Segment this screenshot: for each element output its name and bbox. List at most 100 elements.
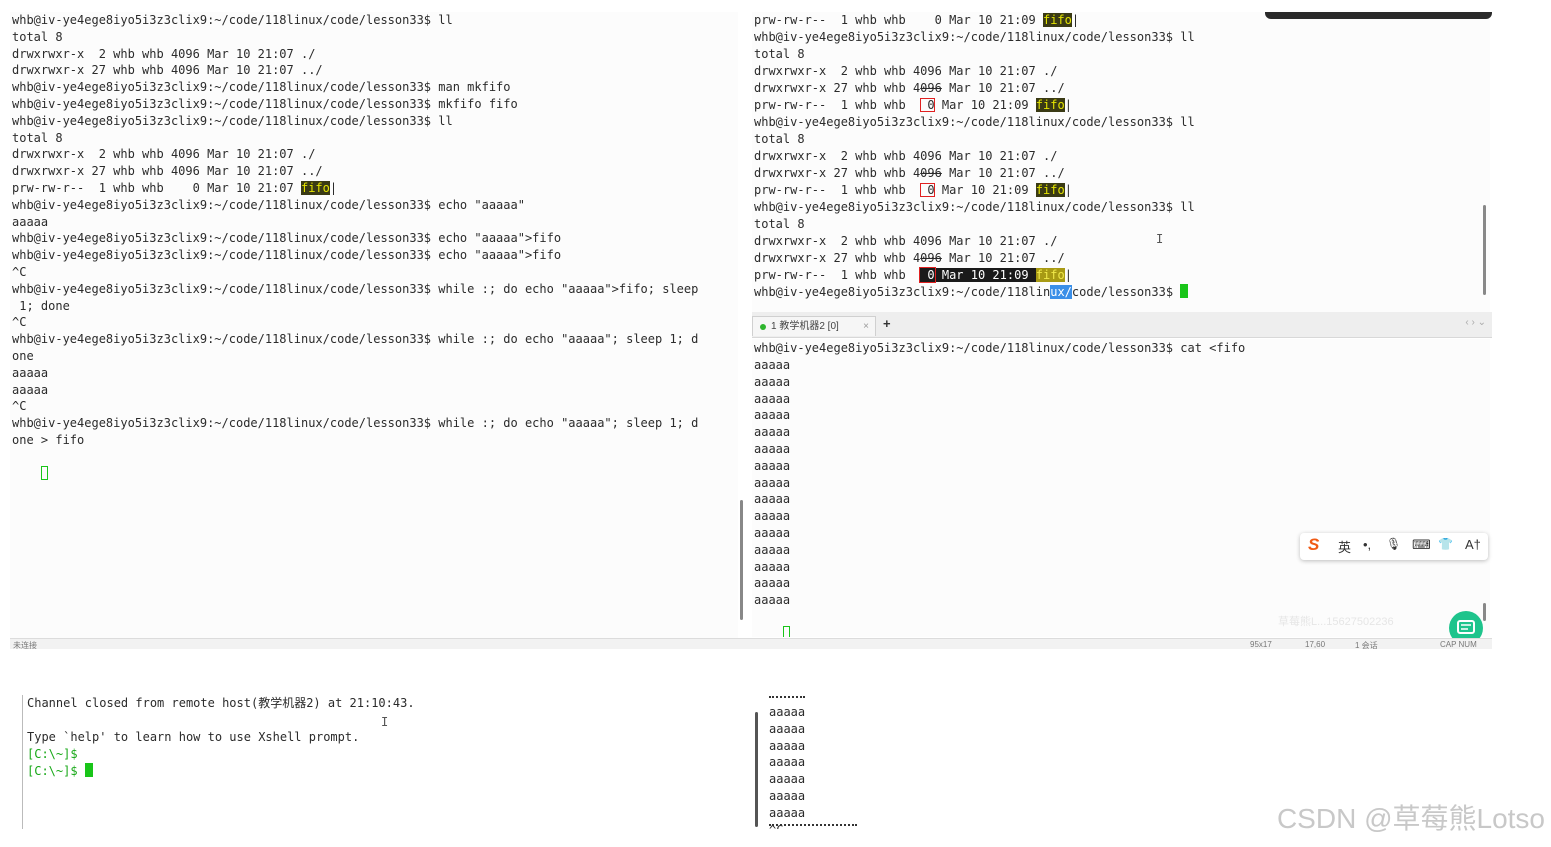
cursor-icon <box>84 763 93 777</box>
tab-nav-icons[interactable]: ‹ › ⌄ <box>1465 317 1486 328</box>
connection-status: 未连接 <box>13 641 37 650</box>
sogou-logo-icon[interactable]: S <box>1308 535 1319 555</box>
right-top-terminal[interactable]: prw-rw-r-- 1 whb whb 0 Mar 10 21:09 fifo… <box>752 12 1490 312</box>
terminal-line: drwxrwxr-x 27 whb whb 4096 Mar 10 21:07 … <box>754 251 1065 265</box>
right-bottom-terminal[interactable]: whb@iv-ye4ege8iyo5i3z3clix9:~/code/118li… <box>752 339 1490 637</box>
csdn-watermark: CSDN @草莓熊Lotso <box>1276 803 1545 834</box>
fifo-filename: fifo <box>1035 268 1065 282</box>
output-line: aaaaa <box>769 755 806 770</box>
keyboard-icon[interactable]: ⌨ <box>1412 537 1431 553</box>
language-toggle[interactable]: 英 <box>1338 537 1351 556</box>
terminal-line: prw-rw-r-- 1 whb whb 0 Mar 10 21:07 fifo… <box>12 181 338 195</box>
tab-teaching-machine-2[interactable]: 1 教学机器2 [0] × <box>752 316 876 336</box>
bottom-left-terminal[interactable]: Channel closed from remote host(教学机器2) a… <box>22 695 753 829</box>
output-line: aaaaa <box>754 358 791 372</box>
terminal-line: prw-rw-r-- 1 whb whb 0 Mar 10 21:09 fifo… <box>754 183 1072 197</box>
terminal-line: aaaaa <box>12 365 49 380</box>
terminal-line: total 8 <box>754 217 805 231</box>
text-cursor-icon: I <box>1156 232 1164 246</box>
output-line: aaaaa <box>769 789 806 803</box>
right-bottom-scrollbar[interactable] <box>1483 603 1486 621</box>
terminal-cursor <box>754 609 790 637</box>
terminal-line: whb@iv-ye4ege8iyo5i3z3clix9:~/code/118li… <box>12 80 511 95</box>
terminal-line: drwxrwxr-x 2 whb whb 4096 Mar 10 21:07 .… <box>754 234 1058 248</box>
output-line: aaaaa <box>754 408 791 423</box>
fifo-filename: fifo <box>1035 183 1065 197</box>
session-count: 1 会话 <box>1355 641 1378 650</box>
output-line: aaaaa <box>754 593 791 608</box>
cursor-icon <box>40 466 48 480</box>
terminal-line: total 8 <box>754 47 805 61</box>
keyboard-lock-status: CAP NUM <box>1440 640 1477 649</box>
partial-line-top <box>769 695 805 698</box>
terminal-line: whb@iv-ye4ege8iyo5i3z3clix9:~/code/118li… <box>12 197 525 212</box>
punctuation-icon[interactable]: •, <box>1363 537 1371 552</box>
text-cursor-icon: I <box>381 715 389 729</box>
terminal-prompt: whb@iv-ye4ege8iyo5i3z3clix9:~/code/118li… <box>754 284 1189 301</box>
fifo-filename: fifo <box>1035 98 1065 112</box>
terminal-size: 95x17 <box>1250 640 1272 649</box>
terminal-line: drwxrwxr-x 2 whb whb 4096 Mar 10 21:07 .… <box>12 46 316 61</box>
terminal-line: drwxrwxr-x 27 whb whb 4096 Mar 10 21:07 … <box>754 166 1065 180</box>
terminal-line: total 8 <box>754 132 805 146</box>
terminal-line: Type `help' to learn how to use Xshell p… <box>27 730 360 744</box>
bottom-right-scrollbar[interactable] <box>755 712 758 827</box>
output-line: aaaaa <box>754 526 791 540</box>
output-line: aaaaa <box>754 509 791 524</box>
size-highlight-box: 0 <box>920 183 935 197</box>
status-bar: 未连接 95x17 17,60 1 会话 CAP NUM <box>10 638 1492 650</box>
terminal-line: drwxrwxr-x 2 whb whb 4096 Mar 10 21:07 .… <box>12 147 316 162</box>
size-highlight-box: 0 <box>920 98 935 112</box>
output-line: aaaaa <box>769 738 806 753</box>
terminal-line: drwxrwxr-x 27 whb whb 4096 Mar 10 21:07 … <box>12 63 323 78</box>
terminal-line: drwxrwxr-x 2 whb whb 4096 Mar 10 21:07 .… <box>754 149 1058 163</box>
terminal-line: whb@iv-ye4ege8iyo5i3z3clix9:~/code/118li… <box>12 113 453 128</box>
microphone-icon[interactable]: 🎙 <box>1386 537 1401 551</box>
tab-close-icon[interactable]: × <box>863 317 869 337</box>
terminal-line: total 8 <box>12 29 63 44</box>
skin-icon[interactable]: 👕 <box>1438 537 1453 551</box>
text-selection: ux/ <box>1050 285 1072 299</box>
ghost-overlay-text: 草莓熊L...15627502236 <box>1278 616 1394 628</box>
output-line: aaaaa <box>754 391 791 406</box>
fifo-filename: fifo <box>300 181 330 195</box>
output-line: aaaaa <box>769 705 806 719</box>
output-line: aaaaa <box>754 542 791 557</box>
terminal-line: ^C <box>12 399 27 414</box>
partial-line-bottom <box>769 824 857 829</box>
cursor-position: 17,60 <box>1305 640 1326 649</box>
terminal-line: prw-rw-r-- 1 whb whb 0 Mar 10 21:09 fifo… <box>754 267 1072 283</box>
output-line: aaaaa <box>754 425 791 440</box>
right-top-scrollbar[interactable] <box>1483 205 1486 295</box>
bottom-right-terminal[interactable]: aaaaaaaaaaaaaaaaaaaaaaaaaaaaaaaaaaa^C <box>764 695 859 829</box>
terminal-line: one > fifo <box>12 433 85 447</box>
output-line: aaaaa <box>754 374 791 389</box>
terminal-line: whb@iv-ye4ege8iyo5i3z3clix9:~/code/118li… <box>12 281 699 296</box>
terminal-line: whb@iv-ye4ege8iyo5i3z3clix9:~/code/118li… <box>12 248 562 263</box>
terminal-line: prw-rw-r-- 1 whb whb 0 Mar 10 21:09 fifo… <box>754 13 1080 27</box>
terminal-line: drwxrwxr-x 27 whb whb 4096 Mar 10 21:07 … <box>754 81 1065 95</box>
left-terminal-cursor <box>12 449 48 480</box>
local-prompt: [C:\~]$ <box>27 747 78 761</box>
terminal-line: whb@iv-ye4ege8iyo5i3z3clix9:~/code/118li… <box>12 97 518 111</box>
terminal-line: whb@iv-ye4ege8iyo5i3z3clix9:~/code/118li… <box>12 13 453 27</box>
terminal-line: drwxrwxr-x 27 whb whb 4096 Mar 10 21:07 … <box>12 164 323 179</box>
terminal-line: Channel closed from remote host(教学机器2) a… <box>27 696 415 710</box>
fifo-filename: fifo <box>1042 13 1072 27</box>
terminal-line: one <box>12 349 34 363</box>
terminal-line: whb@iv-ye4ege8iyo5i3z3clix9:~/code/118li… <box>754 341 1246 355</box>
size-highlight-box: 0 <box>919 267 936 283</box>
output-line: aaaaa <box>769 805 806 820</box>
connected-status-icon <box>760 324 766 330</box>
ime-toolbar: S 英 •, 🎙 ⌨ 👕 A† <box>1300 533 1488 560</box>
terminal-line: whb@iv-ye4ege8iyo5i3z3clix9:~/code/118li… <box>12 416 699 431</box>
terminal-line: 1; done <box>12 298 70 313</box>
left-terminal-scrollbar[interactable] <box>740 500 743 620</box>
terminal-line: drwxrwxr-x 2 whb whb 4096 Mar 10 21:07 .… <box>754 64 1058 78</box>
output-line: aaaaa <box>754 442 791 456</box>
left-terminal[interactable]: whb@iv-ye4ege8iyo5i3z3clix9:~/code/118li… <box>10 12 738 638</box>
output-line: aaaaa <box>769 772 806 787</box>
toolbox-icon[interactable]: A† <box>1465 537 1481 552</box>
session-tab-bar: 1 教学机器2 [0] × + ‹ › ⌄ <box>752 312 1492 338</box>
add-tab-button[interactable]: + <box>883 316 891 331</box>
